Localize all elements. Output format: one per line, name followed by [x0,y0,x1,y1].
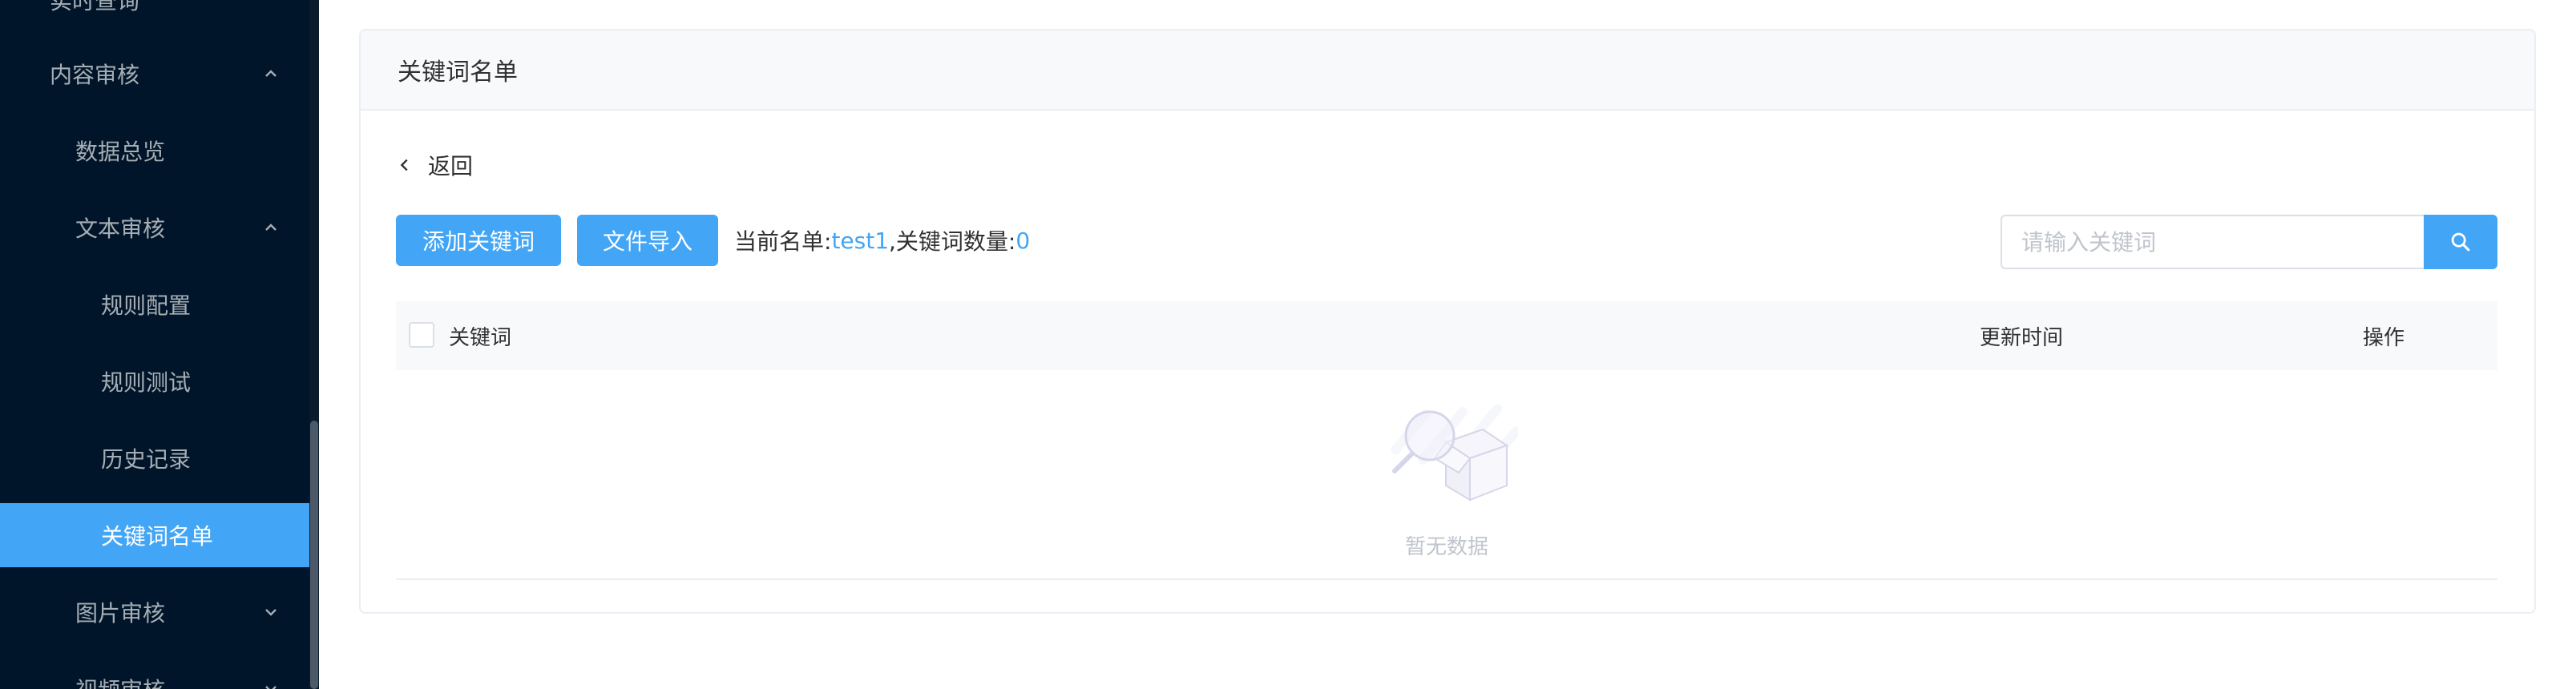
column-header-update-time: 更新时间 [1980,325,2064,350]
add-keyword-button[interactable]: 添加关键词 [396,215,561,266]
column-header-action: 操作 [2363,325,2405,350]
sidebar: 实时查询 内容审核 数据总览 文本审核 规则配置 规则测试 历史记录 关键词名单 [0,0,319,689]
sidebar-item-label: 视频审核 [75,673,165,689]
sidebar-item-text-review[interactable]: 文本审核 [0,195,309,260]
sidebar-item-label: 文本审核 [75,216,166,242]
sidebar-item-realtime-query[interactable]: 实时查询 [0,0,309,32]
column-header-keyword: 关键词 [449,325,512,350]
sidebar-item-video-review[interactable]: 视频审核 [0,657,309,689]
sidebar-item-label: 关键词名单 [101,523,214,550]
sidebar-item-label: 数据总览 [75,139,166,165]
file-import-button[interactable]: 文件导入 [577,215,718,266]
sidebar-item-label: 历史记录 [101,446,192,473]
current-list-prefix: 当前名单: [734,228,832,255]
empty-box-icon [1391,404,1518,502]
chevron-up-icon [261,218,281,237]
sidebar-item-label: 规则配置 [101,292,192,319]
card-title: 关键词名单 [361,30,2534,111]
sidebar-item-data-overview[interactable]: 数据总览 [0,119,309,183]
table-empty-state: 暂无数据 [396,370,2497,580]
current-list-info: 当前名单: test1 ,关键词数量: 0 [734,215,1030,266]
back-button[interactable]: 返回 [396,149,473,181]
table-header: 关键词 更新时间 操作 [396,301,2497,370]
sidebar-item-rule-config[interactable]: 规则配置 [0,272,309,336]
sidebar-scroll-thumb[interactable] [310,421,318,689]
keyword-count-prefix: ,关键词数量: [889,228,1016,255]
search-input[interactable] [2001,215,2424,269]
sidebar-item-label: 规则测试 [101,369,192,396]
search-icon [2451,232,2470,252]
sidebar-item-label: 实时查询 [50,0,140,14]
search-button[interactable] [2424,215,2497,269]
sidebar-item-content-review[interactable]: 内容审核 [0,42,309,106]
keyword-search [2001,215,2497,269]
sidebar-item-keyword-list[interactable]: 关键词名单 [0,503,309,567]
sidebar-item-rule-test[interactable]: 规则测试 [0,349,309,413]
sidebar-item-image-review[interactable]: 图片审核 [0,580,309,644]
chevron-down-icon [261,602,281,622]
select-all-checkbox[interactable] [409,322,434,348]
sidebar-item-history[interactable]: 历史记录 [0,426,309,490]
sidebar-scrollbar[interactable] [309,0,319,689]
keyword-count: 0 [1015,227,1031,254]
chevron-up-icon [261,64,281,83]
current-list-name: test1 [831,227,890,254]
empty-text: 暂无数据 [1404,535,1488,559]
back-label: 返回 [428,153,474,179]
sidebar-item-label: 图片审核 [75,600,166,627]
sidebar-menu: 实时查询 内容审核 数据总览 文本审核 规则配置 规则测试 历史记录 关键词名单 [0,0,309,689]
chevron-left-icon [400,159,408,171]
chevron-down-icon [261,679,281,689]
sidebar-item-label: 内容审核 [50,62,140,88]
